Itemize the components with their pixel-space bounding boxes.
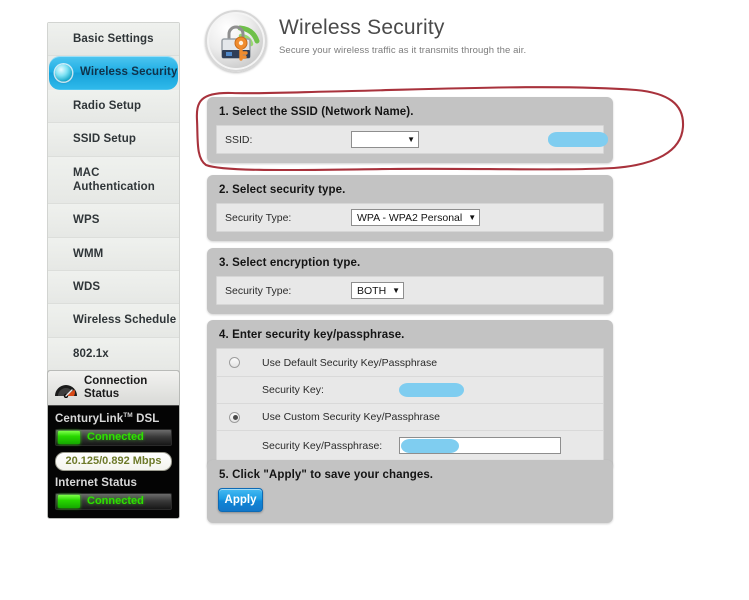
speedometer-icon: [55, 384, 77, 398]
ssid-row: SSID: ▼: [217, 126, 608, 153]
sidebar-item-label: WPS: [73, 214, 100, 227]
sidebar-item-label: Basic Settings: [73, 33, 154, 45]
custom-security-key-label: Security Key/Passphrase:: [262, 439, 383, 452]
security-type-field-group: Security Type: WPA - WPA2 Personal ▼: [216, 203, 604, 232]
sidebar-item-label: Radio Setup: [73, 99, 142, 112]
sidebar-item-label: WMM: [73, 247, 104, 260]
sidebar-item-label: SSID Setup: [73, 133, 136, 146]
sidebar-item-wmm[interactable]: WMM: [48, 237, 179, 271]
internet-status-bar: Connected: [55, 492, 172, 510]
page-header: Wireless Security Secure your wireless t…: [205, 10, 526, 72]
dsl-brand: CenturyLink: [55, 412, 124, 425]
encryption-type-value: BOTH: [357, 284, 387, 297]
encryption-type-section: 3. Select encryption type. Security Type…: [207, 248, 613, 314]
wireless-lock-key-icon: [205, 10, 267, 72]
custom-security-key-redaction: [401, 439, 459, 453]
trademark-symbol: TM: [123, 411, 133, 419]
sidebar-item-ssid-setup[interactable]: SSID Setup: [48, 123, 179, 157]
security-type-value: WPA - WPA2 Personal: [357, 211, 463, 224]
dsl-suffix: DSL: [136, 412, 160, 425]
sidebar-item-label: Wireless Schedule: [73, 314, 177, 327]
sidebar-item-label: MAC Authentication: [73, 166, 155, 193]
security-type-row: Security Type: WPA - WPA2 Personal ▼: [217, 204, 603, 231]
connection-status-title-line2: Status: [84, 387, 120, 400]
connection-speed-readout: 20.125/0.892 Mbps: [55, 451, 172, 471]
default-security-key-row: Security Key:: [217, 376, 603, 403]
security-type-select[interactable]: WPA - WPA2 Personal ▼: [351, 209, 481, 226]
encryption-type-label: Security Type:: [225, 284, 292, 297]
security-type-section: 2. Select security type. Security Type: …: [207, 175, 613, 241]
router-admin-page: Basic Settings Wireless Security Radio Set…: [0, 0, 749, 600]
sidebar-item-radio-setup[interactable]: Radio Setup: [48, 89, 179, 124]
sidebar-item-basic-settings[interactable]: Basic Settings: [48, 23, 179, 57]
sidebar-item-wireless-security[interactable]: Wireless Security: [49, 56, 178, 90]
sidebar-item-wps[interactable]: WPS: [48, 204, 179, 238]
encryption-type-field-group: Security Type: BOTH ▼: [216, 276, 604, 305]
radio-use-custom-key[interactable]: [229, 411, 240, 423]
dsl-status-text: Connected: [87, 431, 144, 444]
sidebar-item-label: WDS: [73, 281, 101, 293]
apply-section-title: 5. Click "Apply" to save your changes.: [219, 469, 434, 481]
apply-section: 5. Click "Apply" to save your changes. A…: [207, 460, 613, 523]
ssid-field-group: SSID: ▼: [216, 125, 608, 154]
orb-icon: [55, 64, 72, 82]
connection-status-title: Connection Status: [84, 375, 147, 401]
default-security-key-label: Security Key:: [262, 384, 324, 396]
security-key-field-group: Use Default Security Key/Passphrase Secu…: [216, 348, 604, 461]
sidebar-item-mac-authentication[interactable]: MAC Authentication: [48, 156, 179, 205]
custom-security-key-row: Security Key/Passphrase:: [217, 430, 603, 460]
sidebar-item-wds[interactable]: WDS: [48, 271, 179, 305]
security-key-section: 4. Enter security key/passphrase. Use De…: [207, 320, 613, 470]
security-type-section-title: 2. Select security type.: [219, 184, 346, 196]
ssid-redaction: [548, 132, 608, 147]
sidebar-item-label: Wireless Security: [80, 66, 178, 79]
sidebar-item-wireless-schedule[interactable]: Wireless Schedule: [48, 304, 179, 338]
security-type-label: Security Type:: [225, 211, 292, 224]
radio-use-default-key[interactable]: [229, 357, 240, 368]
dsl-label: CenturyLinkTM DSL: [55, 412, 172, 425]
connection-status-header: Connection Status: [48, 371, 179, 406]
custom-security-key-input-wrap: [399, 437, 561, 454]
default-key-option-row[interactable]: Use Default Security Key/Passphrase: [217, 349, 603, 376]
internet-status-label: Internet Status: [55, 476, 138, 489]
default-security-key-redaction: [399, 383, 464, 397]
page-header-text: Wireless Security Secure your wireless t…: [279, 10, 526, 72]
ssid-section-title: 1. Select the SSID (Network Name).: [219, 106, 414, 118]
chevron-down-icon: ▼: [407, 134, 415, 144]
encryption-type-select[interactable]: BOTH ▼: [351, 282, 405, 299]
sidebar-item-label: 802.1x: [73, 347, 109, 360]
chevron-down-icon: ▼: [392, 285, 401, 295]
default-key-option-label: Use Default Security Key/Passphrase: [262, 356, 438, 369]
internet-status-led-icon: [58, 494, 80, 508]
connection-status-widget: Connection Status CenturyLinkTM DSL Conn…: [47, 370, 180, 519]
page-title: Wireless Security: [279, 16, 445, 39]
ssid-label: SSID:: [225, 133, 253, 146]
encryption-type-section-title: 3. Select encryption type.: [219, 257, 361, 269]
encryption-type-row: Security Type: BOTH ▼: [217, 277, 603, 304]
page-subtitle: Secure your wireless traffic as it trans…: [279, 45, 527, 56]
dsl-status-bar: Connected: [55, 428, 172, 446]
connection-status-title-line1: Connection: [84, 375, 148, 387]
chevron-down-icon: ▼: [468, 212, 477, 222]
dsl-status-led-icon: [58, 430, 80, 444]
internet-status-text: Connected: [87, 495, 144, 508]
sidebar-nav: Basic Settings Wireless Security Radio Set…: [47, 22, 180, 392]
custom-key-option-label: Use Custom Security Key/Passphrase: [262, 411, 440, 423]
ssid-section: 1. Select the SSID (Network Name). SSID:…: [207, 97, 613, 163]
ssid-select[interactable]: ▼: [351, 131, 419, 148]
connection-status-body: CenturyLinkTM DSL Connected 20.125/0.892…: [48, 405, 179, 518]
apply-button[interactable]: Apply: [218, 488, 263, 512]
sidebar-item-802-1x[interactable]: 802.1x: [48, 337, 179, 372]
security-key-section-title: 4. Enter security key/passphrase.: [219, 329, 405, 341]
custom-key-option-row[interactable]: Use Custom Security Key/Passphrase: [217, 403, 603, 430]
